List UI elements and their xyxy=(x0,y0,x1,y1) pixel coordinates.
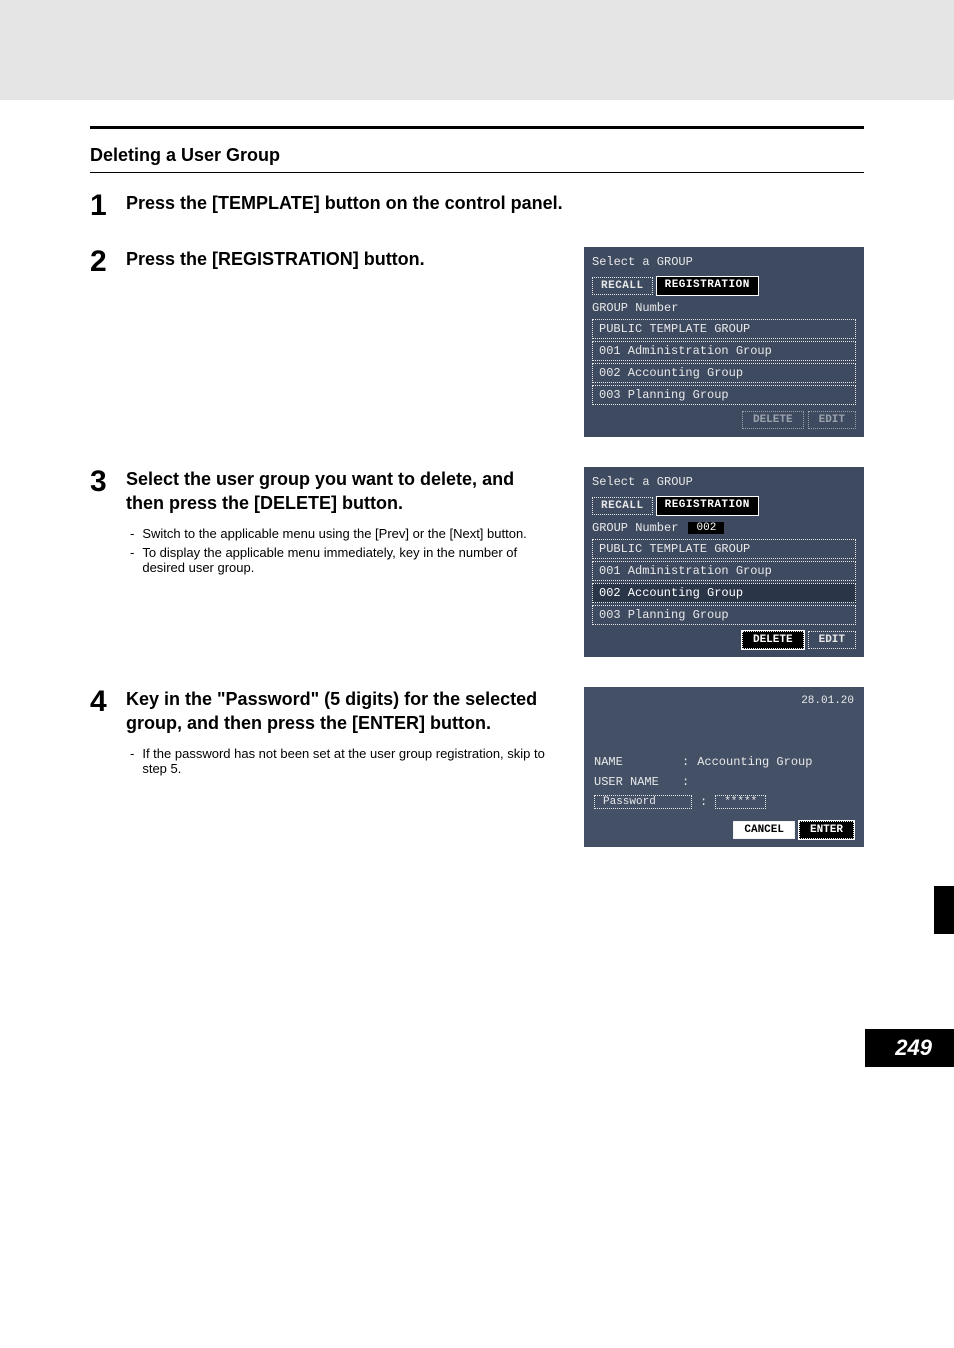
page-number: 249 xyxy=(865,1029,954,1067)
side-index-tab xyxy=(934,886,954,934)
tab-registration[interactable]: REGISTRATION xyxy=(657,497,758,515)
step4-bullet1: If the password has not been set at the … xyxy=(142,746,554,776)
step-3-row: 3 Select the user group you want to dele… xyxy=(90,467,864,657)
username-label: USER NAME xyxy=(594,775,674,789)
header-band xyxy=(0,0,954,100)
name-value: Accounting Group xyxy=(697,755,812,769)
password-label: Password xyxy=(594,795,692,809)
step-title: Key in the "Password" (5 digits) for the… xyxy=(126,687,554,736)
colon: : xyxy=(682,775,689,789)
group-number-label: GROUP Number xyxy=(592,521,678,535)
group-item-003[interactable]: 003 Planning Group xyxy=(592,385,856,405)
step-number: 1 xyxy=(90,191,120,221)
enter-button[interactable]: ENTER xyxy=(799,821,854,839)
bullet-dash: - xyxy=(130,545,134,575)
edit-button[interactable]: EDIT xyxy=(808,411,856,429)
step-1: 1 Press the [TEMPLATE] button on the con… xyxy=(90,191,864,221)
group-item-001[interactable]: 001 Administration Group xyxy=(592,341,856,361)
step3-bullet1: Switch to the applicable menu using the … xyxy=(142,526,526,541)
step-4-row: 4 Key in the "Password" (5 digits) for t… xyxy=(90,687,864,847)
bullet-dash: - xyxy=(130,746,134,776)
step-number: 2 xyxy=(90,247,120,277)
lcd-screen-step4: 28.01.20 NAME : Accounting Group USER NA… xyxy=(584,687,864,847)
step-number: 4 xyxy=(90,687,120,717)
step-title: Select the user group you want to delete… xyxy=(126,467,554,516)
name-label: NAME xyxy=(594,755,674,769)
rule-section xyxy=(90,172,864,173)
step-number: 3 xyxy=(90,467,120,497)
step-title: Press the [TEMPLATE] button on the contr… xyxy=(126,191,864,215)
group-item-003[interactable]: 003 Planning Group xyxy=(592,605,856,625)
group-item-public[interactable]: PUBLIC TEMPLATE GROUP xyxy=(592,319,856,339)
step-title: Press the [REGISTRATION] button. xyxy=(126,247,554,271)
date-stamp: 28.01.20 xyxy=(594,695,854,707)
lcd-screen-step2: Select a GROUP RECALL REGISTRATION GROUP… xyxy=(584,247,864,437)
group-item-002[interactable]: 002 Accounting Group xyxy=(592,363,856,383)
tab-registration[interactable]: REGISTRATION xyxy=(657,277,758,295)
section-title: Deleting a User Group xyxy=(90,145,864,166)
colon: : xyxy=(700,795,707,809)
group-item-002-selected[interactable]: 002 Accounting Group xyxy=(592,583,856,603)
delete-button[interactable]: DELETE xyxy=(742,631,804,649)
password-field[interactable]: ***** xyxy=(715,795,766,809)
group-number-value: 002 xyxy=(688,522,724,534)
page-footer: 249 xyxy=(0,1017,954,1067)
delete-button[interactable]: DELETE xyxy=(742,411,804,429)
lcd-header: Select a GROUP xyxy=(592,255,856,269)
lcd-screen-step3: Select a GROUP RECALL REGISTRATION GROUP… xyxy=(584,467,864,657)
lcd-header: Select a GROUP xyxy=(592,475,856,489)
group-number-label: GROUP Number xyxy=(592,301,678,315)
tab-recall[interactable]: RECALL xyxy=(592,277,653,295)
step-3: 3 Select the user group you want to dele… xyxy=(90,467,554,579)
rule-top xyxy=(90,126,864,129)
bullet-dash: - xyxy=(130,526,134,541)
group-item-001[interactable]: 001 Administration Group xyxy=(592,561,856,581)
colon: : xyxy=(682,755,689,769)
step-2: 2 Press the [REGISTRATION] button. xyxy=(90,247,554,277)
content: Deleting a User Group 1 Press the [TEMPL… xyxy=(0,100,954,897)
step-4: 4 Key in the "Password" (5 digits) for t… xyxy=(90,687,554,780)
tab-recall[interactable]: RECALL xyxy=(592,497,653,515)
cancel-button[interactable]: CANCEL xyxy=(733,821,795,839)
group-item-public[interactable]: PUBLIC TEMPLATE GROUP xyxy=(592,539,856,559)
step3-bullet2: To display the applicable menu immediate… xyxy=(142,545,554,575)
edit-button[interactable]: EDIT xyxy=(808,631,856,649)
step-2-row: 2 Press the [REGISTRATION] button. Selec… xyxy=(90,247,864,437)
